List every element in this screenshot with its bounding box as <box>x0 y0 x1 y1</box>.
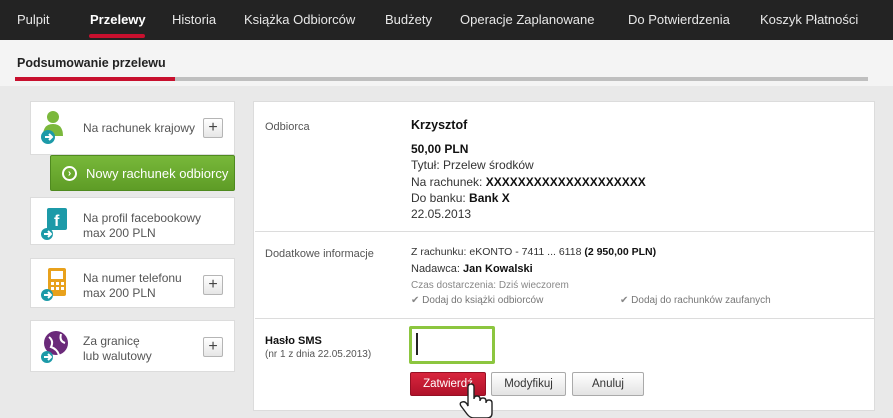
card-domestic-transfer[interactable]: Na rachunek krajowy + <box>30 101 235 155</box>
sms-sublabel: (nr 1 z dnia 22.05.2013) <box>265 349 372 360</box>
progress-active-bar <box>15 77 175 81</box>
nav-pulpit[interactable]: Pulpit <box>17 12 50 27</box>
progress-track <box>175 77 868 81</box>
delivery-time: Czas dostarczenia: Dziś wieczorem <box>411 280 569 291</box>
new-recipient-button[interactable]: › Nowy rachunek odbiorcy <box>50 155 235 191</box>
arrow-right-icon: › <box>62 166 77 181</box>
top-navigation: Pulpit Przelewy Historia Książka Odbiorc… <box>0 0 893 40</box>
transfer-date: 22.05.2013 <box>411 207 472 221</box>
nav-historia[interactable]: Historia <box>172 12 216 27</box>
account-label: Na rachunek: <box>411 175 483 189</box>
phone-icon <box>41 268 66 301</box>
person-icon <box>41 111 63 144</box>
sender-label: Nadawca: <box>411 263 460 275</box>
transfer-title: Tytuł: Przelew środków <box>411 158 534 172</box>
cancel-button[interactable]: Anuluj <box>572 372 644 396</box>
card-facebook-line2: max 200 PLN <box>83 226 156 240</box>
recipient-label: Odbiorca <box>265 121 310 133</box>
sender-row: Nadawca: Jan Kowalski <box>411 263 533 275</box>
add-domestic-button[interactable]: + <box>203 118 223 138</box>
globe-icon <box>41 331 68 363</box>
from-account-row: Z rachunku: eKONTO - 7411 ... 6118 (2 95… <box>411 246 656 258</box>
transfer-amount: 50,00 PLN <box>411 142 469 156</box>
add-to-book-label: Dodaj do książki odbiorców <box>422 295 544 306</box>
sender-value: Jan Kowalski <box>462 263 533 275</box>
account-value: XXXXXXXXXXXXXXXXXXXX <box>485 175 646 189</box>
card-foreign-line1: Za granicę <box>83 334 140 348</box>
hand-cursor-icon <box>459 383 493 418</box>
nav-przelewy[interactable]: Przelewy <box>90 12 146 27</box>
new-recipient-label: Nowy rachunek odbiorcy <box>86 166 229 181</box>
card-foreign-line2: lub walutowy <box>83 349 152 363</box>
card-domestic-label: Na rachunek krajowy <box>83 121 196 135</box>
svg-text:f: f <box>54 213 60 230</box>
checkmark-icon: ✔ <box>411 295 420 306</box>
additional-info-label: Dodatkowe informacje <box>265 248 374 260</box>
active-tab-indicator <box>89 34 145 38</box>
add-phone-button[interactable]: + <box>203 275 223 295</box>
facebook-icon: f <box>41 208 67 240</box>
card-facebook-line1: Na profil facebookowy <box>83 211 202 225</box>
sms-label: Hasło SMS <box>265 335 322 347</box>
divider <box>255 318 875 319</box>
page-title: Podsumowanie przelewu <box>17 56 166 70</box>
divider <box>255 231 875 232</box>
account-balance: (2 950,00 PLN) <box>584 246 657 258</box>
card-phone-line2: max 200 PLN <box>83 286 156 300</box>
bank-value: Bank X <box>469 191 510 205</box>
recipient-name: Krzysztof <box>411 118 468 132</box>
nav-ksiazka-odbiorcow[interactable]: Książka Odbiorców <box>244 12 355 27</box>
checkmark-icon: ✔ <box>620 295 629 306</box>
bank-row: Do banku: Bank X <box>411 191 510 205</box>
account-row: Na rachunek: XXXXXXXXXXXXXXXXXXXX <box>411 175 646 189</box>
card-facebook-transfer[interactable]: f Na profil facebookowy max 200 PLN <box>30 197 235 245</box>
nav-koszyk-platnosci[interactable]: Koszyk Płatności <box>760 12 858 27</box>
nav-do-potwierdzenia[interactable]: Do Potwierdzenia <box>628 12 730 27</box>
text-caret <box>416 333 418 355</box>
card-phone-transfer[interactable]: Na numer telefonu max 200 PLN + <box>30 258 235 308</box>
sms-code-input[interactable] <box>409 326 495 364</box>
bank-label: Do banku: <box>411 191 466 205</box>
add-foreign-button[interactable]: + <box>203 337 223 357</box>
add-to-trusted-label: Dodaj do rachunków zaufanych <box>631 295 771 306</box>
nav-budzety[interactable]: Budżety <box>385 12 432 27</box>
card-foreign-transfer[interactable]: Za granicę lub walutowy + <box>30 320 235 372</box>
add-to-book-option[interactable]: ✔ Dodaj do książki odbiorców <box>411 295 543 306</box>
nav-operacje-zaplanowane[interactable]: Operacje Zaplanowane <box>460 12 594 27</box>
add-to-trusted-option[interactable]: ✔ Dodaj do rachunków zaufanych <box>620 295 771 306</box>
card-phone-line1: Na numer telefonu <box>83 271 182 285</box>
from-account: Z rachunku: eKONTO - 7411 ... 6118 <box>411 246 582 258</box>
